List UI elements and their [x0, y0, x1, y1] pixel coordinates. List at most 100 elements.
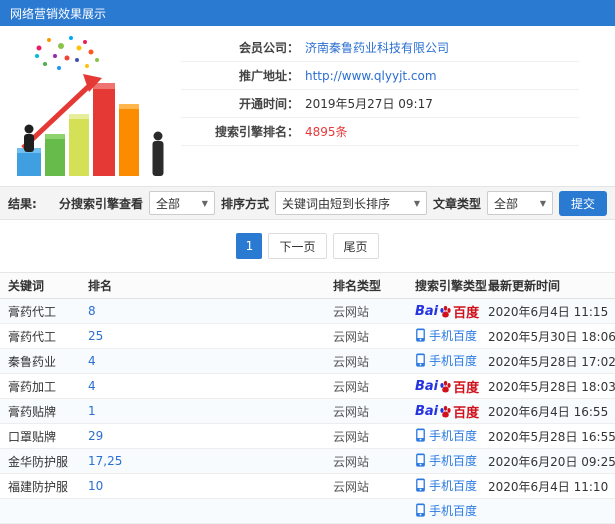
last-page-button[interactable]: 尾页 — [332, 233, 379, 259]
baidu-logo-bai: Bai — [415, 303, 439, 319]
person-right — [152, 131, 163, 176]
submit-button[interactable]: 提交 — [558, 190, 607, 216]
engine-filter-select[interactable]: 全部 ▼ — [148, 191, 215, 215]
info-row-company: 会员公司： 济南秦鲁药业科技有限公司 — [181, 34, 579, 62]
mobile-baidu-label: 手机百度 — [429, 428, 478, 443]
mobile-baidu-badge: 手机百度 — [415, 502, 477, 519]
member-info: 会员公司： 济南秦鲁药业科技有限公司 推广地址： http://www.qlyy… — [181, 30, 607, 186]
rank-type-cell: 云网站 — [333, 379, 370, 394]
baidu-logo-du: 百度 — [453, 380, 480, 396]
promo-url-link[interactable]: http://www.qlyyjt.com — [305, 69, 437, 83]
rank-type-cell: 云网站 — [333, 429, 370, 444]
update-time-cell: 2020年6月20日 09:25 — [488, 454, 615, 469]
engine-cell: 手机百度 — [415, 477, 488, 496]
col-header-rank: 排名 — [88, 279, 113, 293]
chevron-down-icon: ▼ — [413, 198, 420, 208]
table-row: 膏药贴牌 1 云网站 Bai 百度 2020年6月4日 16:55 — [0, 399, 615, 424]
article-type-select[interactable]: 全部 ▼ — [486, 191, 553, 215]
rank-link[interactable]: 25 — [88, 329, 333, 343]
table-row: 福建防护服 10 云网站 手机百度 2020年6月4日 11:10 — [0, 474, 615, 499]
engine-cell: 手机百度 — [415, 352, 488, 371]
baidu-logo-bai: Bai — [415, 403, 439, 419]
mobile-baidu-badge: 手机百度 — [415, 452, 477, 469]
mobile-baidu-label: 手机百度 — [429, 328, 478, 343]
table-row: 手机百度 — [0, 499, 615, 524]
table-row: 膏药代工 25 云网站 手机百度 2020年5月30日 18:06 — [0, 324, 615, 349]
chevron-down-icon: ▼ — [539, 198, 546, 208]
confetti-dots — [34, 36, 99, 70]
keyword-cell: 金华防护服 — [8, 454, 69, 469]
col-header-rank-type: 排名类型 — [333, 279, 382, 293]
titlebar: 网络营销效果展示 — [0, 0, 615, 26]
phone-icon — [416, 353, 425, 367]
rank-link[interactable]: 4 — [88, 379, 333, 393]
info-section: 会员公司： 济南秦鲁药业科技有限公司 推广地址： http://www.qlyy… — [0, 26, 615, 186]
sort-order-label: 排序方式 — [220, 196, 269, 211]
col-header-engine-type: 搜索引擎类型 — [415, 279, 488, 293]
growth-chart-graphic — [16, 36, 163, 176]
mobile-baidu-label: 手机百度 — [429, 503, 478, 518]
baidu-paw-icon — [440, 305, 451, 317]
next-page-button[interactable]: 下一页 — [268, 233, 327, 259]
info-row-rank-count: 搜索引擎排名： 4895条 — [181, 118, 579, 146]
engine-cell: Bai 百度 — [415, 402, 488, 421]
keyword-cell: 秦鲁药业 — [8, 354, 57, 369]
rank-type-cell: 云网站 — [333, 404, 370, 419]
table-row: 膏药加工 4 云网站 Bai 百度 2020年5月28日 18:03 — [0, 374, 615, 399]
table-header: 关键词 排名 排名类型 搜索引擎类型 最新更新时间 — [0, 272, 615, 299]
baidu-logo: Bai 百度 — [415, 377, 479, 396]
article-type-label: 文章类型 — [432, 196, 481, 211]
engine-cell: 手机百度 — [415, 327, 488, 346]
promo-url-label: 推广地址： — [238, 69, 299, 83]
sort-order-select[interactable]: 关键词由短到长排序 ▼ — [274, 191, 427, 215]
mobile-baidu-label: 手机百度 — [429, 353, 478, 368]
pagination: 1 下一页 尾页 — [0, 233, 615, 259]
engine-cell: 手机百度 — [415, 502, 488, 521]
person-left — [23, 124, 34, 152]
table-row: 秦鲁药业 4 云网站 手机百度 2020年5月28日 17:02 — [0, 349, 615, 374]
page-1-button[interactable]: 1 — [236, 233, 263, 259]
sort-order-value: 关键词由短到长排序 — [281, 196, 390, 211]
filter-bar: 结果: 分搜索引擎查看 全部 ▼ 排序方式 关键词由短到长排序 ▼ 文章类型 全… — [0, 186, 615, 220]
rank-link[interactable]: 4 — [88, 354, 333, 368]
baidu-paw-icon — [440, 405, 451, 417]
rank-link[interactable]: 10 — [88, 479, 333, 493]
company-label: 会员公司： — [238, 41, 299, 55]
rank-type-cell: 云网站 — [333, 354, 370, 369]
update-time-cell: 2020年5月30日 18:06 — [488, 329, 615, 344]
company-link[interactable]: 济南秦鲁药业科技有限公司 — [305, 39, 449, 56]
update-time-cell: 2020年5月28日 18:03 — [488, 379, 615, 394]
engine-cell: Bai 百度 — [415, 377, 488, 396]
update-time-cell: 2020年5月28日 17:02 — [488, 354, 615, 369]
engine-cell: Bai 百度 — [415, 302, 488, 321]
phone-icon — [416, 328, 425, 342]
phone-icon — [416, 478, 425, 492]
baidu-paw-icon — [440, 380, 451, 392]
keyword-cell: 口罩贴牌 — [8, 429, 57, 444]
update-time-cell: 2020年6月4日 16:55 — [488, 404, 609, 419]
keyword-cell: 膏药代工 — [8, 304, 57, 319]
chevron-down-icon: ▼ — [201, 198, 208, 208]
table-row: 膏药代工 8 云网站 Bai 百度 2020年6月4日 11:15 — [0, 299, 615, 324]
mobile-baidu-label: 手机百度 — [429, 453, 478, 468]
page-title: 网络营销效果展示 — [10, 6, 107, 21]
mobile-baidu-badge: 手机百度 — [415, 427, 477, 444]
rank-type-cell: 云网站 — [333, 304, 370, 319]
result-label: 结果: — [8, 196, 37, 211]
table-body: 膏药代工 8 云网站 Bai 百度 2020年6月4日 11:15 膏药代工 2… — [0, 299, 615, 524]
rank-type-cell: 云网站 — [333, 479, 370, 494]
rank-link[interactable]: 29 — [88, 429, 333, 443]
rank-link[interactable]: 8 — [88, 304, 333, 318]
baidu-logo-du: 百度 — [453, 405, 480, 421]
rank-link[interactable]: 17,25 — [88, 454, 333, 468]
keyword-cell: 膏药代工 — [8, 329, 57, 344]
update-time-cell: 2020年6月4日 11:10 — [488, 479, 609, 494]
rank-type-cell: 云网站 — [333, 454, 370, 469]
engine-cell: 手机百度 — [415, 452, 488, 471]
phone-icon — [416, 428, 425, 442]
mobile-baidu-badge: 手机百度 — [415, 352, 477, 369]
open-time-value: 2019年5月27日 09:17 — [305, 97, 433, 111]
mobile-baidu-badge: 手机百度 — [415, 327, 477, 344]
engine-cell: 手机百度 — [415, 427, 488, 446]
rank-link[interactable]: 1 — [88, 404, 333, 418]
